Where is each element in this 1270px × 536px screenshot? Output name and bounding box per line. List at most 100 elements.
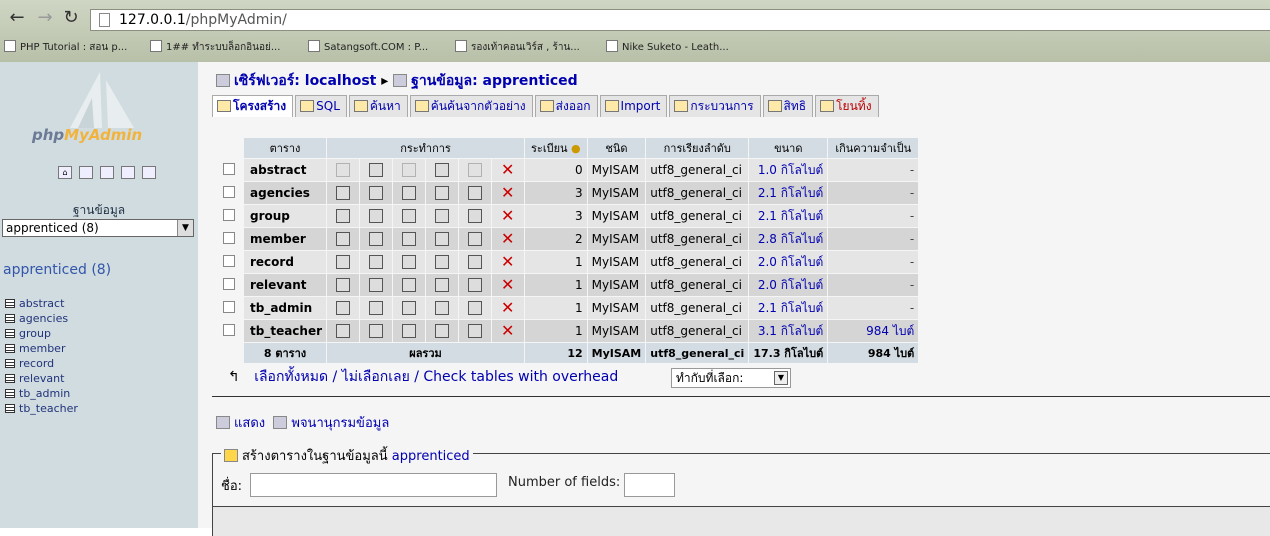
browse-icon[interactable] [336,324,351,339]
empty-icon[interactable] [468,324,483,339]
drop-icon[interactable]: ✕ [501,185,515,201]
insert-icon[interactable] [435,278,450,293]
row-checkbox[interactable] [223,300,235,313]
table-icon[interactable] [5,374,15,383]
structure-icon[interactable] [369,232,384,247]
tab-structure[interactable]: โครงสร้าง [212,95,294,117]
check-overhead-link[interactable]: Check tables with overhead [423,369,618,385]
empty-icon[interactable] [468,301,483,316]
exit-icon[interactable] [79,166,93,179]
number-of-fields-input[interactable] [624,473,675,497]
sidebar-table-item[interactable]: member [5,341,78,356]
bookmark-item[interactable]: Nike Suketo - Leath... [606,40,729,56]
breadcrumb-database-link[interactable]: ฐานข้อมูล: apprenticed [411,73,578,89]
browse-icon[interactable] [336,255,351,270]
table-icon[interactable] [5,344,15,353]
structure-icon[interactable] [369,255,384,270]
size-link[interactable]: 2.1 กิโลไบต์ [749,205,828,227]
drop-icon[interactable]: ✕ [501,231,515,247]
size-link[interactable]: 3.1 กิโลไบต์ [749,320,828,342]
phpmyadmin-logo-text[interactable]: phpMyAdmin [32,126,142,144]
search-icon[interactable] [402,278,417,293]
table-name-link[interactable]: relevant [244,274,327,296]
sidebar-table-item[interactable]: abstract [5,296,78,311]
size-link[interactable]: 2.1 กิโลไบต์ [749,182,828,204]
table-name-link[interactable]: tb_teacher [244,320,327,342]
table-name-link[interactable]: tb_admin [244,297,327,319]
with-selected-select[interactable]: ทำกับที่เลือก: ▼ [671,368,791,388]
row-checkbox[interactable] [223,231,235,244]
row-checkbox[interactable] [223,277,235,290]
insert-icon[interactable] [435,186,450,201]
database-heading-link[interactable]: apprenticed (8) [3,262,111,278]
table-icon[interactable] [5,299,15,308]
row-checkbox[interactable] [223,323,235,336]
data-dictionary-link[interactable]: พจนานุกรมข้อมูล [291,416,389,431]
tab-search[interactable]: ค้นหา [348,95,408,117]
browse-icon[interactable] [336,209,351,224]
search-icon[interactable] [402,301,417,316]
chevron-down-icon[interactable]: ▼ [177,220,193,236]
tab-drop[interactable]: โยนทิ้ง [815,95,879,117]
drop-icon[interactable]: ✕ [501,208,515,224]
sidebar-table-item[interactable]: relevant [5,371,78,386]
structure-icon[interactable] [369,324,384,339]
insert-icon[interactable] [435,209,450,224]
drop-icon[interactable]: ✕ [501,277,515,293]
tab-operations[interactable]: กระบวนการ [669,95,761,117]
reload-icon[interactable]: ↻ [60,7,82,29]
empty-icon[interactable] [468,278,483,293]
structure-icon[interactable] [369,301,384,316]
header-records[interactable]: ระเบียน ● [525,138,587,158]
insert-icon[interactable] [435,255,450,270]
row-checkbox[interactable] [223,162,235,175]
home-icon[interactable]: ⌂ [58,166,72,179]
sidebar-table-item[interactable]: agencies [5,311,78,326]
drop-icon[interactable]: ✕ [501,254,515,270]
insert-icon[interactable] [435,232,450,247]
search-icon[interactable] [402,232,417,247]
breadcrumb-server-link[interactable]: เซิร์ฟเวอร์: localhost [234,73,376,89]
table-icon[interactable] [5,359,15,368]
search-icon[interactable] [402,209,417,224]
browse-icon[interactable] [336,301,351,316]
forward-arrow-icon[interactable]: → [34,7,56,29]
size-link[interactable]: 1.0 กิโลไบต์ [749,159,828,181]
empty-icon[interactable] [468,232,483,247]
bookmark-item[interactable]: รองเท้าคอนเวิร์ส , ร้าน... [455,40,580,56]
chevron-down-icon[interactable]: ▼ [774,371,788,385]
table-icon[interactable] [5,329,15,338]
tab-sql[interactable]: SQL [295,95,347,117]
empty-icon[interactable] [468,186,483,201]
bookmark-item[interactable]: 1## ทำระบบล็อกอินอย่... [150,40,280,56]
back-arrow-icon[interactable]: ← [6,7,28,29]
select-all-link[interactable]: เลือกทั้งหมด [254,369,328,385]
address-bar[interactable]: 127.0.0.1/phpMyAdmin/ [90,9,1270,31]
table-name-link[interactable]: agencies [244,182,327,204]
size-link[interactable]: 2.1 กิโลไบต์ [749,297,828,319]
unselect-all-link[interactable]: ไม่เลือกเลย [342,369,410,385]
row-checkbox[interactable] [223,208,235,221]
empty-icon[interactable] [468,255,483,270]
bookmark-item[interactable]: Satangsoft.COM : P... [308,40,428,56]
sidebar-table-item[interactable]: tb_admin [5,386,78,401]
sql-query-icon[interactable] [100,166,114,179]
structure-icon[interactable] [369,163,384,178]
sidebar-table-item[interactable]: group [5,326,78,341]
insert-icon[interactable] [435,324,450,339]
tab-export[interactable]: ส่งออก [534,95,598,117]
search-icon[interactable] [402,324,417,339]
row-checkbox[interactable] [223,254,235,267]
drop-icon[interactable]: ✕ [501,323,515,339]
database-select[interactable]: apprenticed (8) ▼ [2,219,194,237]
bookmark-item[interactable]: PHP Tutorial : สอน p... [4,40,127,56]
browse-icon[interactable] [336,186,351,201]
help-icon[interactable]: ● [571,142,581,155]
print-view-link[interactable]: แสดง [234,416,265,431]
table-icon[interactable] [5,389,15,398]
table-name-link[interactable]: record [244,251,327,273]
table-icon[interactable] [5,404,15,413]
tab-import[interactable]: Import [599,95,668,117]
help-icon[interactable] [142,166,156,179]
structure-icon[interactable] [369,186,384,201]
